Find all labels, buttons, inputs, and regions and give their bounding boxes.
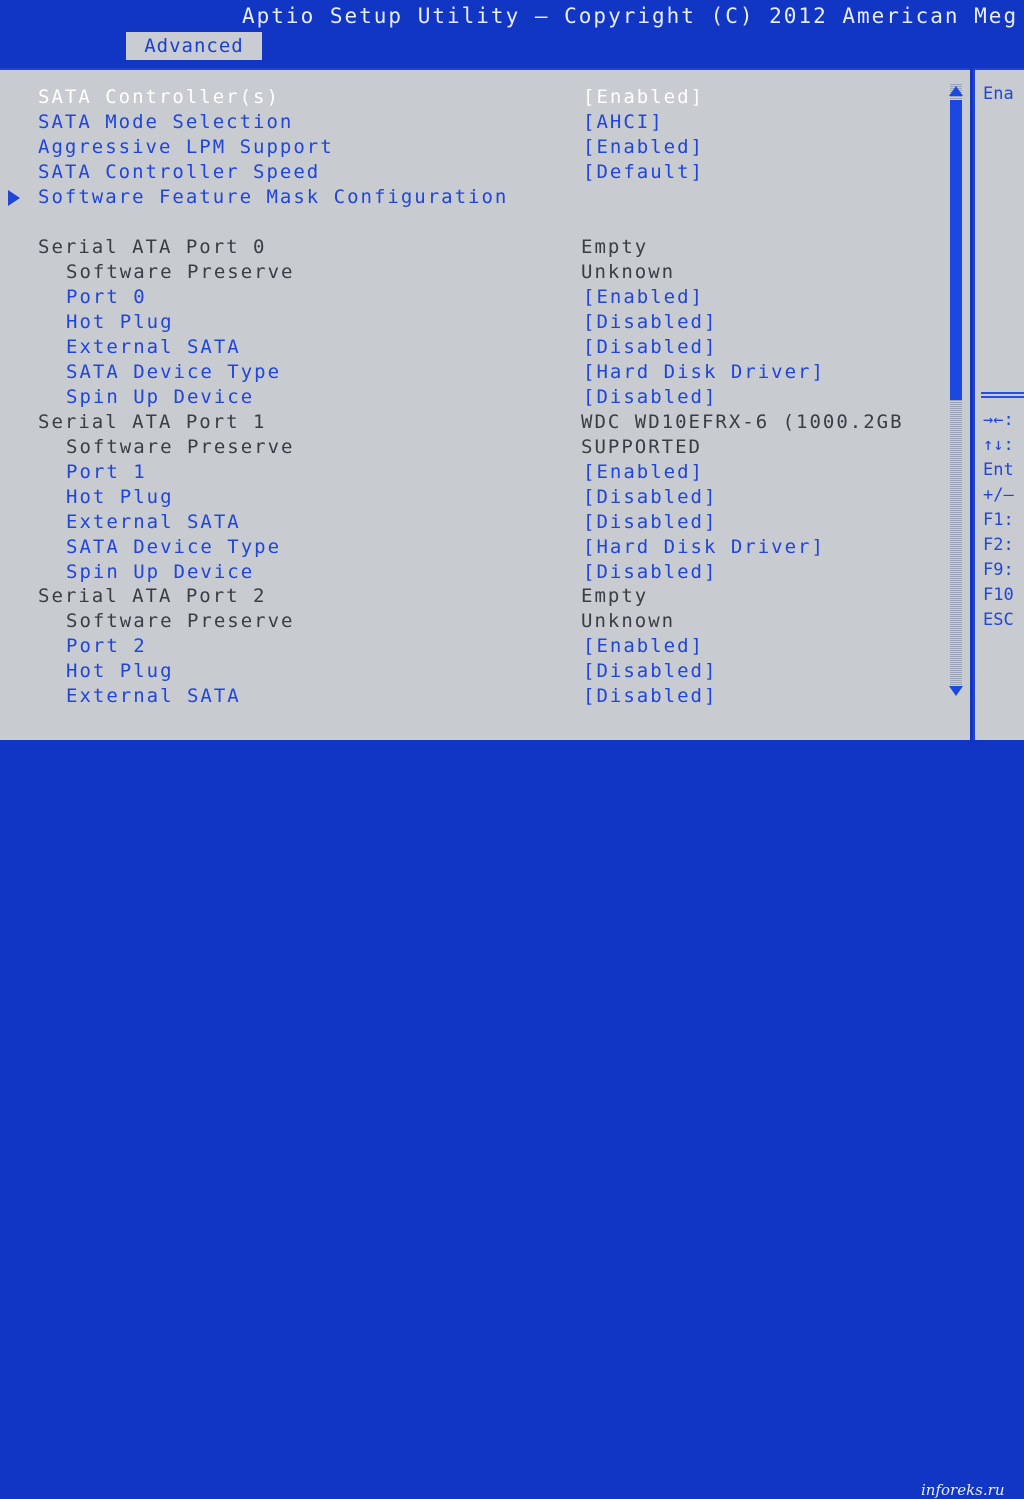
help-key-hint: F9: <box>983 560 1014 580</box>
scroll-down-arrow-icon[interactable] <box>949 686 963 696</box>
setting-row[interactable]: SATA Mode Selection [AHCI] <box>0 111 950 136</box>
setting-row: Serial ATA Port 2 Empty <box>0 585 950 610</box>
setting-value[interactable]: [Enabled] <box>583 635 704 657</box>
setting-value: WDC WD10EFRX-6 (1000.2GB <box>581 411 904 433</box>
setting-row[interactable]: Spin Up Device [Disabled] <box>0 561 950 586</box>
setting-label: SATA Mode Selection <box>38 111 294 133</box>
help-key-hint: Ent <box>983 460 1014 480</box>
setting-row: Serial ATA Port 0 Empty <box>0 236 950 261</box>
setting-row[interactable]: Port 0 [Enabled] <box>0 286 950 311</box>
setting-label: Software Preserve <box>66 261 295 283</box>
watermark-text: inforeks.ru <box>921 1481 1005 1499</box>
setting-value[interactable]: [Disabled] <box>583 561 717 583</box>
setting-label: Aggressive LPM Support <box>38 136 334 158</box>
setting-label: Software Preserve <box>66 610 295 632</box>
setting-value[interactable]: [Enabled] <box>583 286 704 308</box>
setting-row[interactable]: Port 1 [Enabled] <box>0 461 950 486</box>
setting-value[interactable]: [Enabled] <box>583 461 704 483</box>
help-divider <box>981 392 1024 394</box>
setting-row[interactable]: Hot Plug [Disabled] <box>0 311 950 336</box>
setting-label: SATA Device Type <box>66 536 282 558</box>
setting-value[interactable]: [Disabled] <box>583 486 717 508</box>
help-key-hint: →←: <box>983 410 1014 430</box>
setting-row[interactable]: Port 2 [Enabled] <box>0 635 950 660</box>
scroll-up-arrow-icon[interactable] <box>949 86 963 96</box>
help-description: Ena <box>983 84 1014 104</box>
setting-label: Port 0 <box>66 286 147 308</box>
footer-bar: inforeks.ru <box>0 740 1024 1499</box>
scrollbar-thumb[interactable] <box>950 100 962 400</box>
setting-row[interactable]: External SATA [Disabled] <box>0 685 950 710</box>
submenu-arrow-icon <box>8 190 20 206</box>
setting-value: Unknown <box>581 610 676 632</box>
help-panel: Ena →←: ↑↓: Ent +/– F1: F2: F9: F10 ESC <box>973 68 1024 742</box>
setting-value[interactable]: [Disabled] <box>583 386 717 408</box>
setting-label: External SATA <box>66 511 241 533</box>
setting-row[interactable]: External SATA [Disabled] <box>0 336 950 361</box>
setting-value: SUPPORTED <box>581 436 702 458</box>
setting-label: Spin Up Device <box>66 561 255 583</box>
setting-row[interactable]: SATA Controller Speed [Default] <box>0 161 950 186</box>
help-key-hint: F2: <box>983 535 1014 555</box>
setting-label: External SATA <box>66 336 241 358</box>
setting-row[interactable]: Spin Up Device [Disabled] <box>0 386 950 411</box>
setting-value[interactable]: [Disabled] <box>583 511 717 533</box>
help-key-hint: ESC <box>983 610 1014 630</box>
setting-label: Serial ATA Port 2 <box>38 585 267 607</box>
help-key-hint: +/– <box>983 485 1014 505</box>
setting-row[interactable]: SATA Device Type [Hard Disk Driver] <box>0 361 950 386</box>
help-divider-2 <box>981 396 1024 398</box>
setting-row[interactable]: Hot Plug [Disabled] <box>0 486 950 511</box>
help-key-hint: ↑↓: <box>983 435 1014 455</box>
setting-label: Serial ATA Port 0 <box>38 236 267 258</box>
setting-value[interactable]: [Disabled] <box>583 311 717 333</box>
setting-value: Empty <box>581 236 649 258</box>
setting-row: Software Preserve Unknown <box>0 261 950 286</box>
setting-value[interactable]: [Default] <box>583 161 704 183</box>
setting-value[interactable]: [Enabled] <box>583 86 704 108</box>
setting-value[interactable]: [Enabled] <box>583 136 704 158</box>
setting-value: Empty <box>581 585 649 607</box>
setting-value: Unknown <box>581 261 676 283</box>
setting-label: Hot Plug <box>66 486 174 508</box>
setting-value[interactable]: [AHCI] <box>583 111 664 133</box>
setting-value[interactable]: [Hard Disk Driver] <box>583 536 825 558</box>
setting-row[interactable]: Aggressive LPM Support [Enabled] <box>0 136 950 161</box>
title-bar: Aptio Setup Utility – Copyright (C) 2012… <box>0 0 1024 34</box>
window-title: Aptio Setup Utility – Copyright (C) 2012… <box>242 4 1019 28</box>
setting-row[interactable]: SATA Controller(s) [Enabled] <box>0 86 950 111</box>
setting-value[interactable]: [Disabled] <box>583 660 717 682</box>
setting-row[interactable]: Hot Plug [Disabled] <box>0 660 950 685</box>
setting-row: Software Preserve Unknown <box>0 610 950 635</box>
setting-row[interactable]: SATA Device Type [Hard Disk Driver] <box>0 536 950 561</box>
help-key-hint: F1: <box>983 510 1014 530</box>
setting-label: SATA Controller(s) <box>38 86 280 108</box>
setting-label: SATA Controller Speed <box>38 161 321 183</box>
setting-label: SATA Device Type <box>66 361 282 383</box>
setting-value[interactable]: [Hard Disk Driver] <box>583 361 825 383</box>
setting-label: Hot Plug <box>66 311 174 333</box>
setting-label: Hot Plug <box>66 660 174 682</box>
setting-row: Software Preserve SUPPORTED <box>0 436 950 461</box>
setting-row[interactable]: Software Feature Mask Configuration <box>0 186 950 211</box>
settings-panel: SATA Controller(s) [Enabled] SATA Mode Sel… <box>0 68 970 742</box>
setting-value[interactable]: [Disabled] <box>583 685 717 707</box>
setting-label: Software Feature Mask Configuration <box>38 186 509 208</box>
setting-label: Port 2 <box>66 635 147 657</box>
setting-row[interactable]: External SATA [Disabled] <box>0 511 950 536</box>
setting-label: Software Preserve <box>66 436 295 458</box>
setting-label: Serial ATA Port 1 <box>38 411 267 433</box>
setting-label: Spin Up Device <box>66 386 255 408</box>
setting-label: External SATA <box>66 685 241 707</box>
setting-label: Port 1 <box>66 461 147 483</box>
setting-value[interactable]: [Disabled] <box>583 336 717 358</box>
tab-advanced[interactable]: Advanced <box>126 32 262 60</box>
setting-row: Serial ATA Port 1 WDC WD10EFRX-6 (1000.2G… <box>0 411 950 436</box>
help-key-hint: F10 <box>983 585 1014 605</box>
